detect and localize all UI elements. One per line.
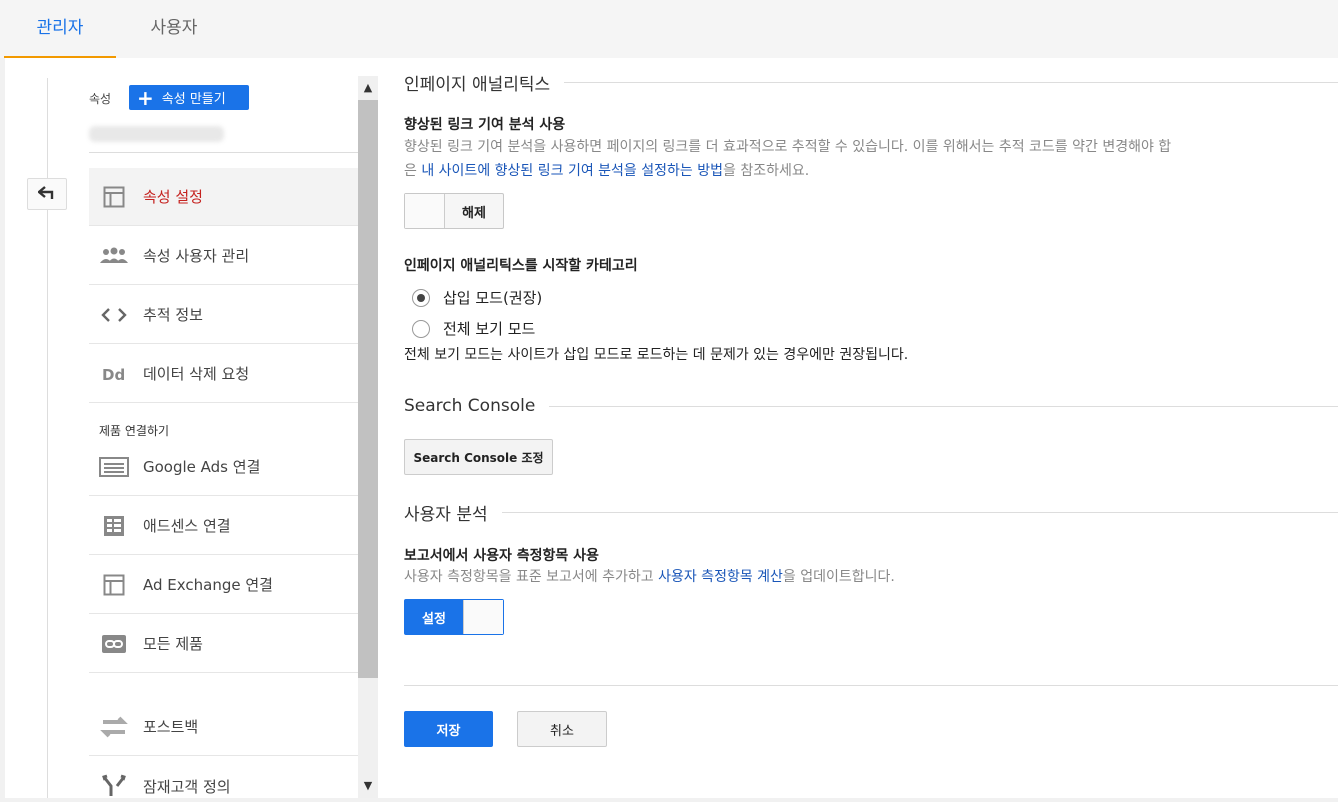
sidebar-item-adsense[interactable]: 애드센스 연결: [89, 497, 358, 555]
enhanced-link-attribution-help: 은 내 사이트에 향상된 링크 기여 분석을 설정하는 방법을 참조하세요.: [404, 163, 810, 179]
scroll-up-icon[interactable]: ▲: [358, 78, 378, 98]
ads-icon: [99, 456, 129, 477]
radio-label: 삽입 모드(권장): [443, 289, 543, 307]
section-user-analysis: 사용자 분석: [404, 500, 1338, 525]
user-metrics-calc-link[interactable]: 사용자 측정항목 계산: [658, 569, 783, 585]
sidebar-item-label: 잠재고객 정의: [143, 777, 231, 796]
people-icon: [99, 247, 129, 265]
sidebar-item-postback[interactable]: 포스트백: [89, 698, 358, 756]
sidebar-item-all-products[interactable]: 모든 제품: [89, 615, 358, 673]
sidebar-item-data-deletion[interactable]: Dd 데이터 삭제 요청: [89, 345, 358, 403]
svg-text:Dd: Dd: [102, 366, 125, 382]
create-property-label: 속성 만들기: [161, 92, 226, 107]
category-title: 인페이지 애널리틱스를 시작할 카테고리: [404, 258, 638, 274]
enhanced-link-attribution-title: 향상된 링크 기여 분석 사용: [404, 117, 566, 133]
adsense-icon: [99, 515, 129, 537]
section-title: 사용자 분석: [404, 505, 488, 525]
property-selector-redacted[interactable]: [89, 126, 224, 142]
sidebar-item-audience[interactable]: 잠재고객 정의: [89, 757, 358, 798]
plus-icon: +: [137, 85, 154, 110]
link-icon: [99, 634, 129, 654]
product-linking-heading: 제품 연결하기: [99, 424, 170, 438]
section-title: Search Console: [404, 396, 536, 416]
dd-icon: Dd: [99, 366, 129, 382]
radio-embed-mode[interactable]: 삽입 모드(권장): [412, 287, 542, 308]
sidebar-item-label: 포스트백: [143, 718, 199, 736]
user-metrics-title: 보고서에서 사용자 측정항목 사용: [404, 548, 599, 564]
section-inpage-analytics: 인페이지 애널리틱스: [404, 70, 1338, 95]
full-view-note: 전체 보기 모드는 사이트가 삽입 모드로 로드하는 데 문제가 있는 경우에만…: [404, 347, 909, 363]
enhanced-link-attribution-link[interactable]: 내 사이트에 향상된 링크 기여 분석을 설정하는 방법: [421, 163, 723, 179]
sidebar-item-google-ads[interactable]: Google Ads 연결: [89, 438, 358, 496]
sidebar-item-property-settings[interactable]: 속성 설정: [89, 168, 358, 226]
scroll-down-icon[interactable]: ▼: [358, 776, 378, 796]
adexchange-icon: [99, 574, 129, 596]
audience-icon: [99, 774, 129, 798]
postback-icon: [99, 714, 129, 740]
sidebar-item-tracking-info[interactable]: 추적 정보: [89, 286, 358, 344]
tab-user[interactable]: 사용자: [120, 0, 228, 58]
user-metrics-desc: 사용자 측정항목을 표준 보고서에 추가하고 사용자 측정항목 계산을 업데이트…: [404, 569, 895, 585]
radio-selected-icon: [412, 288, 430, 307]
section-search-console: Search Console: [404, 396, 1338, 416]
scrollbar-thumb[interactable]: [358, 100, 378, 678]
sidebar-scrollbar[interactable]: ▲ ▼: [358, 76, 378, 798]
sidebar-item-ad-exchange[interactable]: Ad Exchange 연결: [89, 556, 358, 614]
radio-label: 전체 보기 모드: [443, 320, 536, 338]
code-icon: [99, 307, 129, 323]
tab-admin[interactable]: 관리자: [4, 0, 116, 58]
sidebar-item-label: Google Ads 연결: [143, 458, 261, 476]
radio-full-view-mode[interactable]: 전체 보기 모드: [412, 318, 535, 339]
divider: [89, 152, 358, 153]
back-arrow-icon: [37, 184, 56, 205]
sidebar-item-label: 속성 사용자 관리: [143, 247, 250, 265]
radio-unselected-icon: [412, 319, 430, 338]
property-settings-content: 인페이지 애널리틱스 향상된 링크 기여 분석 사용 향상된 링크 기여 분석을…: [404, 58, 1338, 798]
top-tab-bar: 관리자 사용자: [0, 0, 1338, 58]
toggle-label: 설정: [405, 600, 463, 634]
toggle-label: 해제: [462, 205, 486, 221]
sidebar-item-label: Ad Exchange 연결: [143, 576, 273, 594]
sidebar-item-label: 속성 설정: [143, 188, 203, 206]
admin-panel: 속성 + 속성 만들기 속성 설정 속성 사용자 관리 추적 정보 Dd 데이터…: [5, 58, 1338, 798]
sidebar-item-user-management[interactable]: 속성 사용자 관리: [89, 227, 358, 285]
divider: [404, 685, 1338, 686]
sidebar-item-label: 추적 정보: [143, 306, 203, 324]
search-console-adjust-button[interactable]: Search Console 조정: [404, 439, 553, 475]
back-button[interactable]: [27, 178, 67, 210]
create-property-button[interactable]: + 속성 만들기: [129, 85, 249, 110]
enhanced-link-attribution-toggle[interactable]: 해제: [404, 193, 504, 229]
property-label: 속성: [89, 92, 112, 106]
user-metrics-toggle[interactable]: 설정: [404, 599, 504, 635]
sidebar-item-label: 데이터 삭제 요청: [143, 365, 250, 383]
sidebar-item-label: 애드센스 연결: [143, 517, 231, 535]
section-title: 인페이지 애널리틱스: [404, 75, 551, 95]
sidebar-item-label: 모든 제품: [143, 635, 203, 653]
save-button[interactable]: 저장: [404, 711, 493, 747]
cancel-button[interactable]: 취소: [517, 711, 607, 747]
sidebar: 속성 + 속성 만들기 속성 설정 속성 사용자 관리 추적 정보 Dd 데이터…: [89, 58, 358, 798]
layout-icon: [99, 186, 129, 208]
enhanced-link-attribution-desc: 향상된 링크 기여 분석을 사용하면 페이지의 링크를 더 효과적으로 추적할 …: [404, 139, 1172, 155]
